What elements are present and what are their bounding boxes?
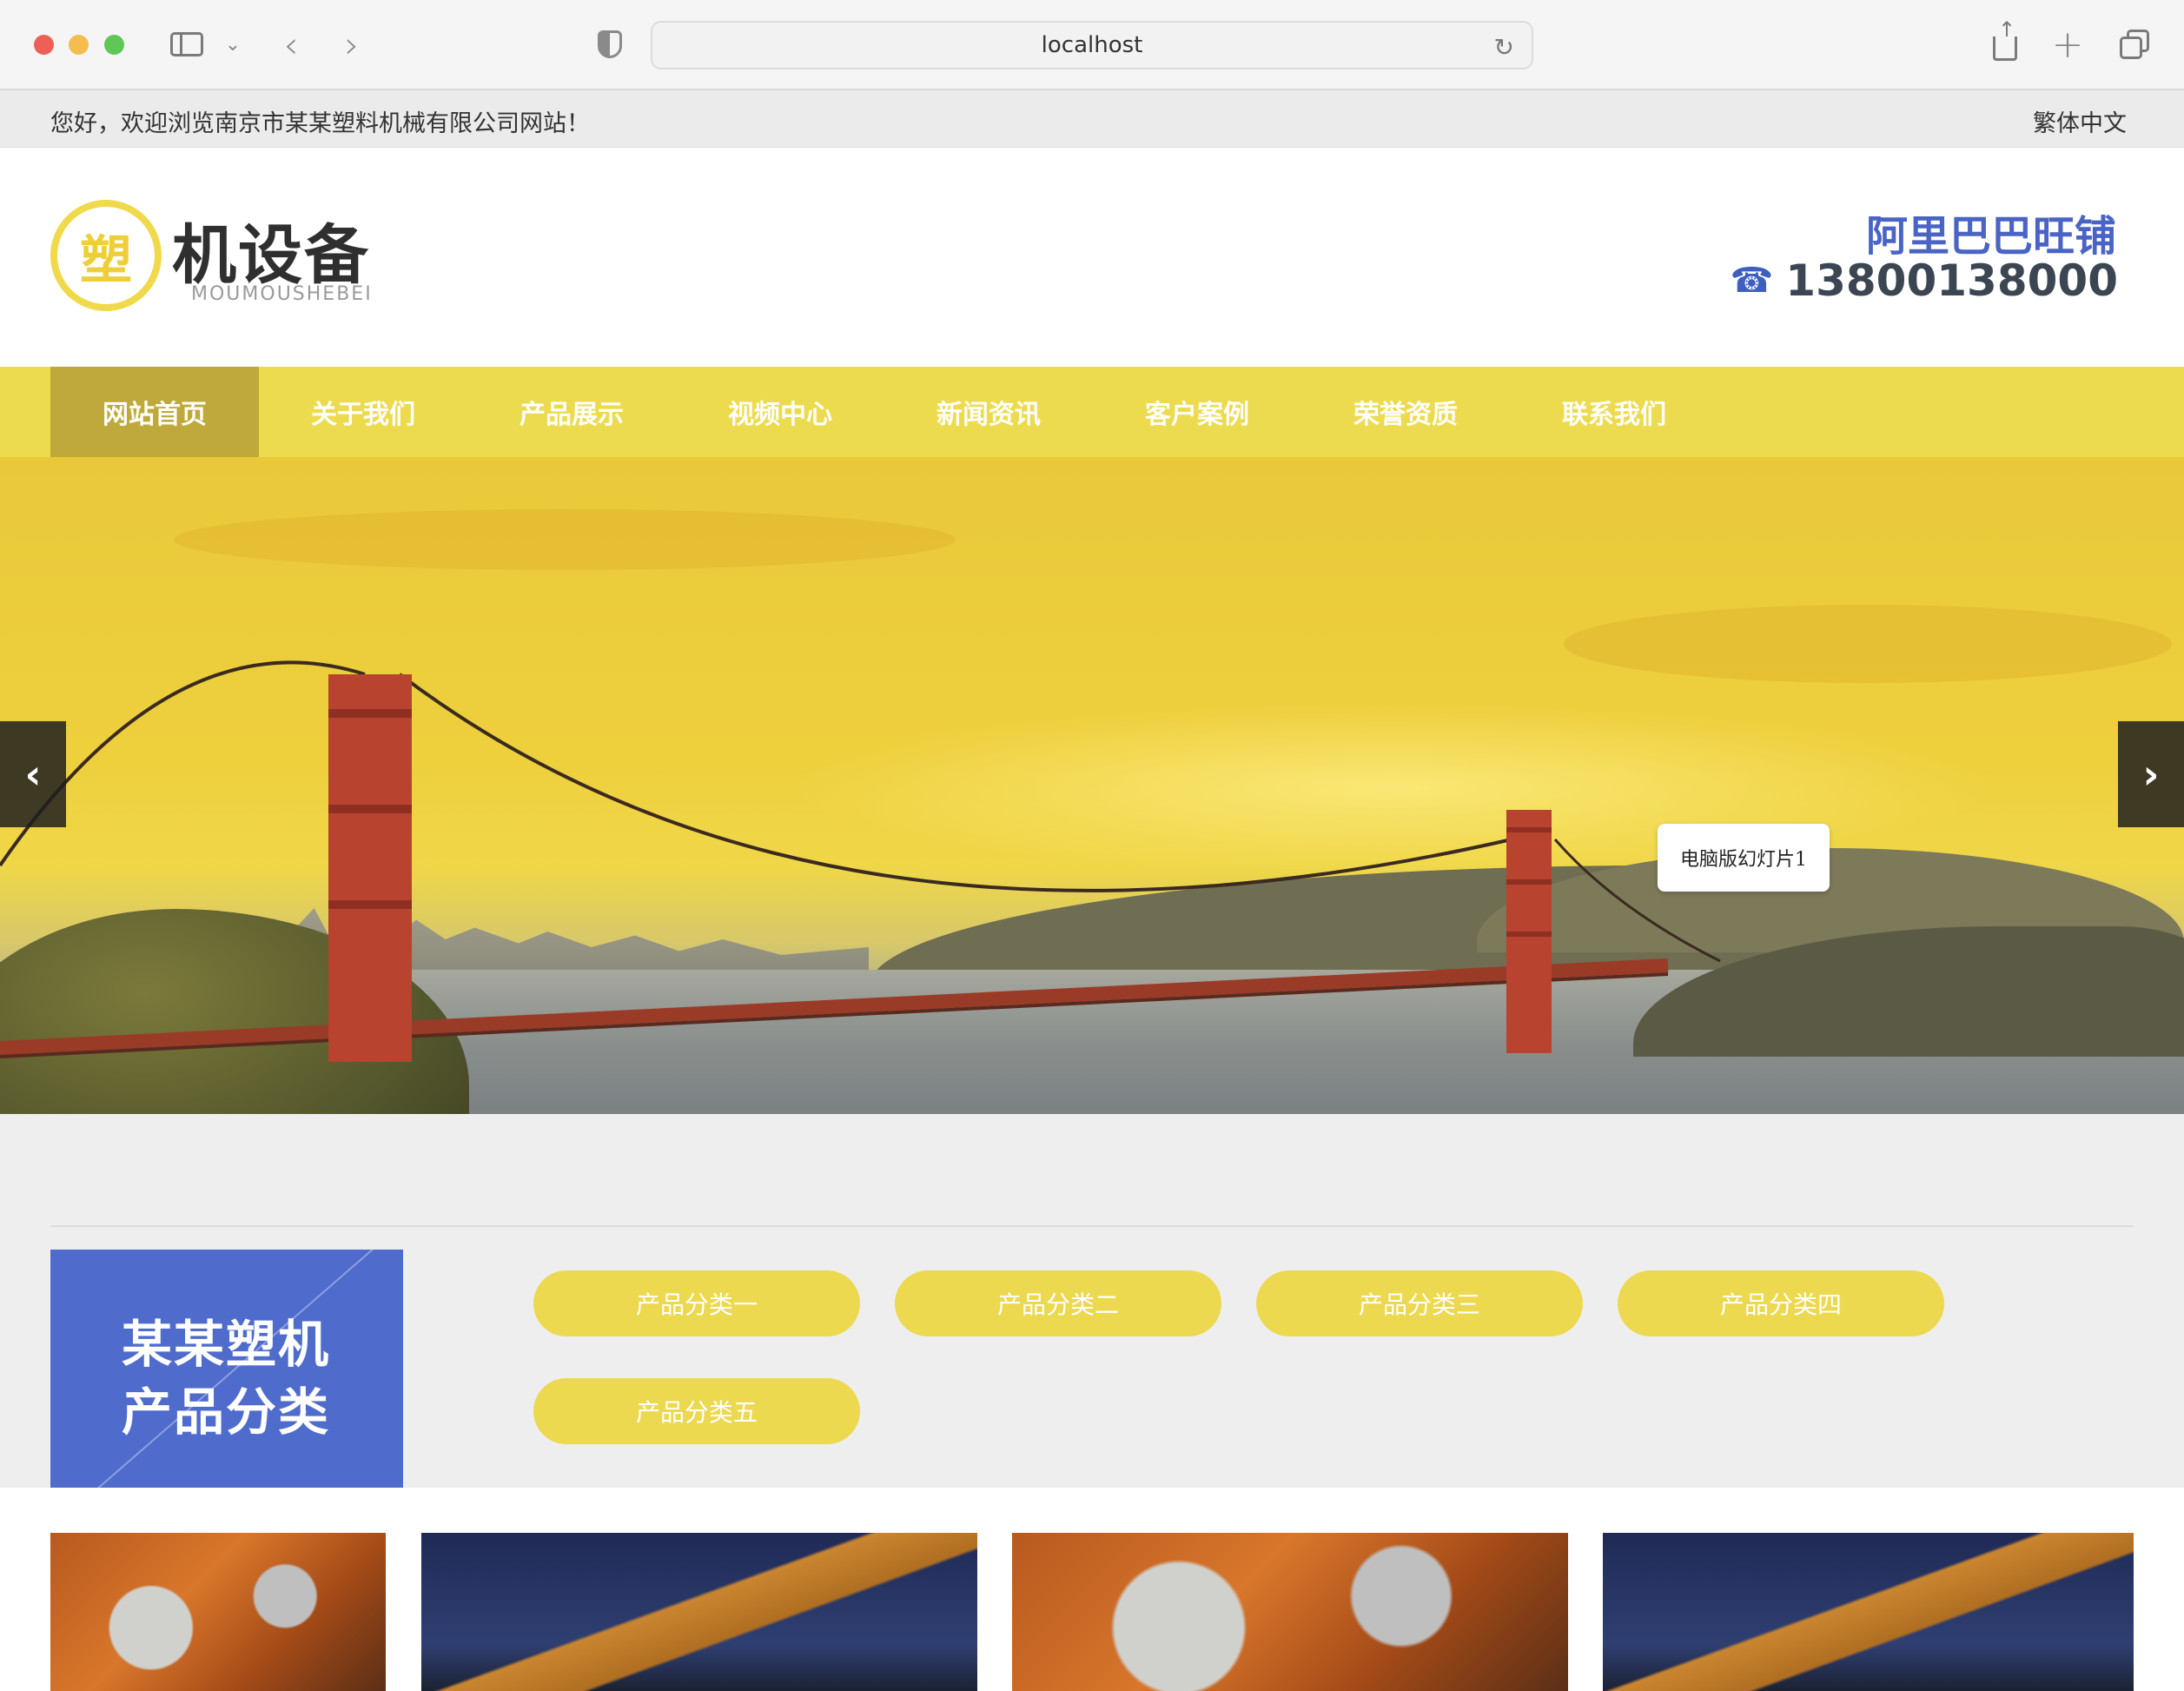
product-image-excavator[interactable] <box>421 1533 977 1691</box>
close-window-button[interactable] <box>34 35 54 55</box>
nav-item-contact[interactable]: 联系我们 <box>1510 367 1718 457</box>
site-header: 塑 机设备 MOUMOUSHEBEI 阿里巴巴旺铺 ☎ 13800138000 <box>0 148 2184 367</box>
alibaba-shop-link[interactable]: 阿里巴巴旺铺 <box>1866 202 2116 262</box>
category-button-2[interactable]: 产品分类二 <box>895 1270 1221 1336</box>
zoom-window-button[interactable] <box>104 35 124 55</box>
new-tab-icon[interactable]: + <box>2052 23 2084 67</box>
phone-number: 13800138000 <box>1785 255 2118 306</box>
nav-item-home[interactable]: 网站首页 <box>50 367 259 457</box>
nav-item-products[interactable]: 产品展示 <box>467 367 676 457</box>
section-divider <box>50 1225 2134 1227</box>
product-grid <box>0 1488 2184 1691</box>
nav-item-about[interactable]: 关于我们 <box>259 367 467 457</box>
nav-item-news[interactable]: 新闻资讯 <box>884 367 1093 457</box>
site-topbar: 您好，欢迎浏览南京市某某塑料机械有限公司网站！ 繁体中文 <box>0 92 2184 148</box>
browser-toolbar: ⌄ ‹ › localhost ↻ + <box>0 0 2184 90</box>
nav-item-cases[interactable]: 客户案例 <box>1093 367 1301 457</box>
slide-caption: 电脑版幻灯片1 <box>1658 824 1830 892</box>
minimize-window-button[interactable] <box>69 35 89 55</box>
product-category-section: 某某塑机 产品分类 产品分类一 产品分类二 产品分类三 产品分类四 产品分类五 <box>0 1114 2184 1489</box>
welcome-text: 您好，欢迎浏览南京市某某塑料机械有限公司网站！ <box>50 110 590 137</box>
product-image-excavator[interactable] <box>1603 1533 2134 1691</box>
logo-mark[interactable]: 塑 <box>50 200 162 311</box>
privacy-shield-icon[interactable] <box>594 24 625 64</box>
address-bar[interactable]: localhost ↻ <box>651 21 1533 70</box>
category-button-4[interactable]: 产品分类四 <box>1618 1270 1944 1336</box>
forward-icon[interactable]: › <box>337 23 367 66</box>
chevron-down-icon[interactable]: ⌄ <box>221 24 245 64</box>
banner-slideshow[interactable]: ‹ › 电脑版幻灯片1 <box>0 457 2184 1114</box>
logo-mark-glyph: 塑 <box>80 229 132 291</box>
category-button-1[interactable]: 产品分类一 <box>533 1270 860 1336</box>
phone-icon: ☎ <box>1730 261 1774 301</box>
category-title-line2: 产品分类 <box>122 1383 331 1442</box>
category-title-box: 某某塑机 产品分类 <box>50 1250 403 1489</box>
share-icon[interactable] <box>1989 17 2021 64</box>
banner-prev-button[interactable]: ‹ <box>0 721 66 827</box>
category-button-5[interactable]: 产品分类五 <box>533 1378 860 1444</box>
nav-item-honors[interactable]: 荣誉资质 <box>1301 367 1510 457</box>
bridge-tower-far <box>1506 810 1552 1053</box>
product-image-engine[interactable] <box>50 1533 386 1691</box>
product-image-engine[interactable] <box>1012 1533 1568 1691</box>
language-switch-link[interactable]: 繁体中文 <box>2033 104 2127 138</box>
category-title-line1: 某某塑机 <box>122 1315 331 1374</box>
tab-overview-icon[interactable] <box>2116 24 2151 64</box>
address-bar-url: localhost <box>1041 32 1143 58</box>
reload-icon[interactable]: ↻ <box>1494 33 1514 62</box>
banner-next-button[interactable]: › <box>2118 721 2184 827</box>
back-icon[interactable]: ‹ <box>276 23 306 66</box>
logo-subtitle: MOUMOUSHEBEI <box>191 283 373 305</box>
main-nav: 网站首页 关于我们 产品展示 视频中心 新闻资讯 客户案例 荣誉资质 联系我们 <box>0 367 2184 457</box>
contact-phone: ☎ 13800138000 <box>1730 255 2118 306</box>
nav-item-videos[interactable]: 视频中心 <box>676 367 884 457</box>
bridge-tower-near <box>328 674 412 1062</box>
category-button-3[interactable]: 产品分类三 <box>1256 1270 1583 1336</box>
sidebar-toggle-icon[interactable] <box>169 24 205 64</box>
chevron-left-icon: ‹ <box>24 751 42 798</box>
logo-text[interactable]: 机设备 <box>172 203 370 296</box>
chevron-right-icon: › <box>2142 751 2160 798</box>
